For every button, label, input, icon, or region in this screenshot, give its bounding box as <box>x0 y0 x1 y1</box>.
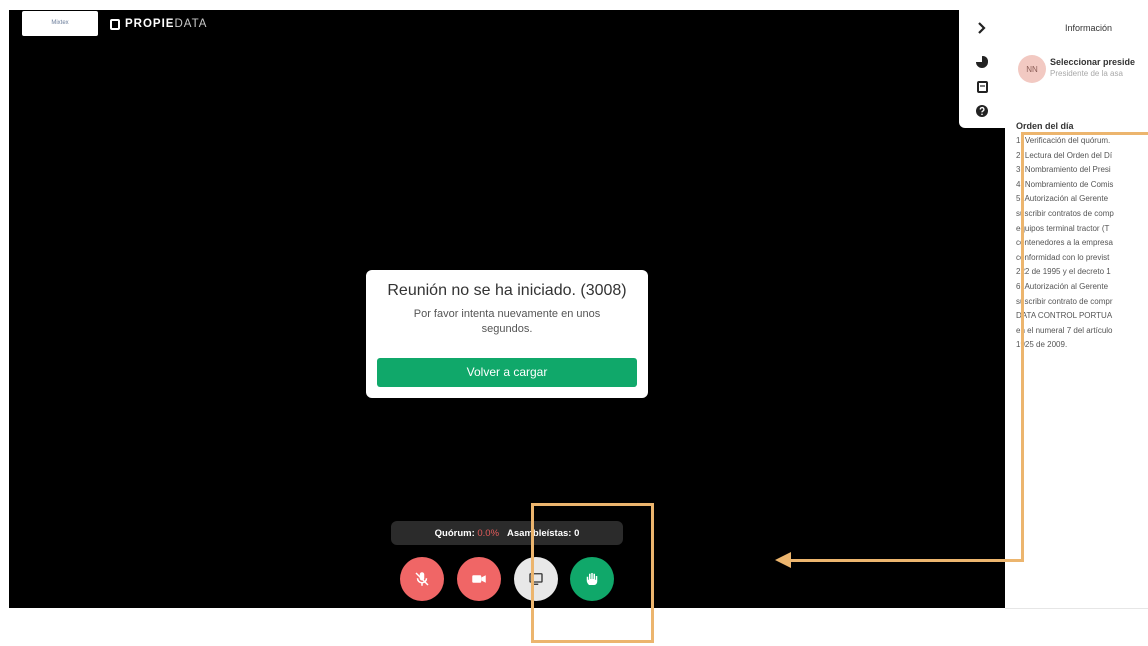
panel-title: Información <box>1065 23 1113 33</box>
chevron-right-icon[interactable] <box>975 21 989 35</box>
panel-divider <box>1005 608 1148 609</box>
chart-icon[interactable] <box>975 55 989 69</box>
mic-off-icon <box>415 572 429 586</box>
dialog-message: Por favor intenta nuevamente en unos seg… <box>413 308 601 335</box>
dialog-title: Reunión no se ha iniciado. (3008) <box>387 282 627 299</box>
highlight-box-agenda <box>1021 132 1148 562</box>
side-toolbar <box>959 10 1005 128</box>
select-president-link[interactable]: Seleccionar preside <box>1050 57 1135 67</box>
brand-mark-icon <box>110 18 120 30</box>
client-logo-text: Mixtex <box>51 20 69 26</box>
brand-name-light: DATA <box>174 18 208 30</box>
highlight-box-controls <box>531 503 654 643</box>
quorum-info: Quórum: 0.0% <box>435 528 499 539</box>
help-icon[interactable] <box>975 104 989 118</box>
mic-toggle-button[interactable] <box>400 557 444 601</box>
arrow-left-icon <box>775 552 791 568</box>
meeting-not-started-dialog: Reunión no se ha iniciado. (3008) Por fa… <box>366 270 648 398</box>
reload-button[interactable]: Volver a cargar <box>377 358 637 387</box>
highlight-arrow-line <box>790 559 1024 562</box>
brand-logo: PROPIE DATA <box>110 17 207 31</box>
avatar: NN <box>1018 55 1046 83</box>
president-role: Presidente de la asa <box>1050 69 1123 78</box>
quorum-label: Quórum: <box>434 527 475 539</box>
quorum-value: 0.0% <box>477 527 500 539</box>
client-logo: Mixtex <box>22 11 98 36</box>
brand-name-bold: PROPIE <box>125 18 175 30</box>
camera-toggle-button[interactable] <box>457 557 501 601</box>
video-off-icon <box>472 575 486 583</box>
document-icon[interactable] <box>975 80 989 94</box>
agenda-title: Orden del día <box>1016 121 1074 131</box>
